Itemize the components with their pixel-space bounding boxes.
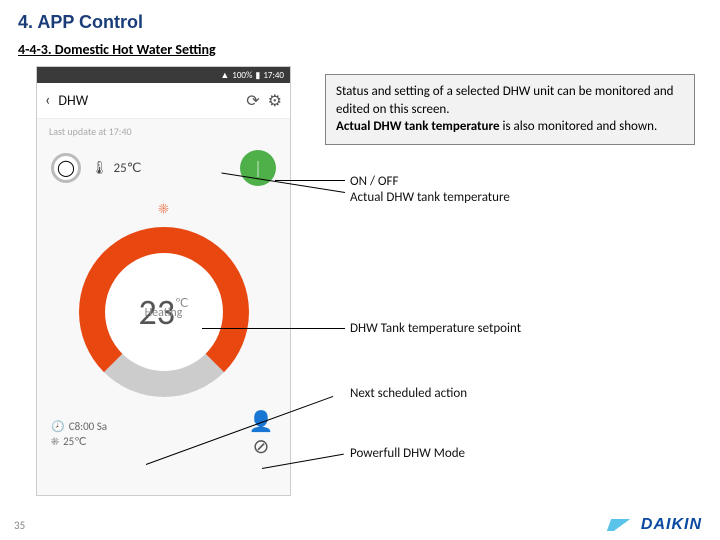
battery-label: 100% [232, 70, 252, 81]
ring-icon: ◯ [57, 158, 75, 178]
schedule-temp: 25℃ [63, 435, 87, 448]
label-setpoint: DHW Tank temperature setpoint [350, 321, 521, 336]
pointer-2 [202, 328, 345, 329]
back-icon[interactable]: ‹ [45, 91, 50, 110]
brand-name: DAIKIN [641, 516, 702, 534]
label-powerful: Powerfull DHW Mode [350, 446, 465, 461]
sun-icon: ☀ [158, 200, 168, 217]
slide-title: 4. APP Control [0, 0, 720, 35]
page-number: 35 [14, 519, 25, 532]
app-bar: ‹ DHW ⟳ ⚙ [37, 83, 290, 119]
status-bar: ▲ 100% ▮ 17:40 [37, 67, 290, 83]
sun-small-icon: ☀ [51, 435, 59, 448]
schedule-row: 🕗 C8:00 Sa ☀ 25℃ 👤⊘ [37, 409, 290, 459]
powerful-mode-button[interactable]: 👤⊘ [246, 419, 276, 449]
schedule-time: C8:00 Sa [69, 420, 107, 433]
clock-icon: 🕗 [51, 420, 65, 433]
brand-swoosh-icon [607, 519, 637, 531]
dial-holder: 23 ℃ Heating [37, 219, 290, 403]
label-actual-temp: Actual DHW tank temperature [350, 190, 510, 205]
brand-logo: DAIKIN [609, 516, 702, 534]
slide-subtitle: 4-4-3. Domestic Hot Water Setting [0, 35, 720, 66]
description-rest: is also monitored and shown. [500, 119, 658, 134]
outdoor-temp: 🌡 25℃ [91, 161, 230, 176]
thermometer-icon: 🌡 [91, 161, 108, 176]
schedule-info[interactable]: 🕗 C8:00 Sa ☀ 25℃ [51, 420, 107, 448]
outdoor-temp-value: 25℃ [114, 161, 142, 176]
label-on-off: ON / OFF [350, 174, 398, 189]
refresh-icon[interactable]: ⟳ [246, 91, 259, 111]
gear-icon[interactable]: ⚙ [268, 91, 282, 111]
unit-icon[interactable]: ◯ [51, 153, 81, 183]
last-update-label: Last update at 17:40 [37, 119, 290, 144]
description-bold: Actual DHW tank temperature [336, 119, 500, 134]
label-schedule: Next scheduled action [350, 386, 467, 401]
clock-label: 17:40 [263, 70, 284, 81]
temperature-dial[interactable]: 23 ℃ Heating [79, 227, 249, 397]
mode-icon-row: ☀ [37, 196, 290, 219]
top-row: ◯ 🌡 25℃ ｜ [37, 144, 290, 196]
content-area: ▲ 100% ▮ 17:40 ‹ DHW ⟳ ⚙ Last update at … [0, 66, 720, 496]
appbar-title: DHW [58, 92, 88, 109]
wifi-icon: ▲ [220, 70, 229, 81]
dial-inner: 23 ℃ Heating [109, 257, 219, 367]
setpoint-label: Heating [145, 306, 183, 320]
person-disabled-icon: 👤⊘ [246, 409, 276, 459]
description-box: Status and setting of a selected DHW uni… [325, 74, 695, 145]
battery-icon: ▮ [255, 70, 260, 81]
phone-mock: ▲ 100% ▮ 17:40 ‹ DHW ⟳ ⚙ Last update at … [36, 66, 291, 496]
description-line-1: Status and setting of a selected DHW uni… [336, 83, 684, 118]
description-line-2: Actual DHW tank temperature is also moni… [336, 118, 684, 136]
pointer-1 [275, 180, 345, 181]
